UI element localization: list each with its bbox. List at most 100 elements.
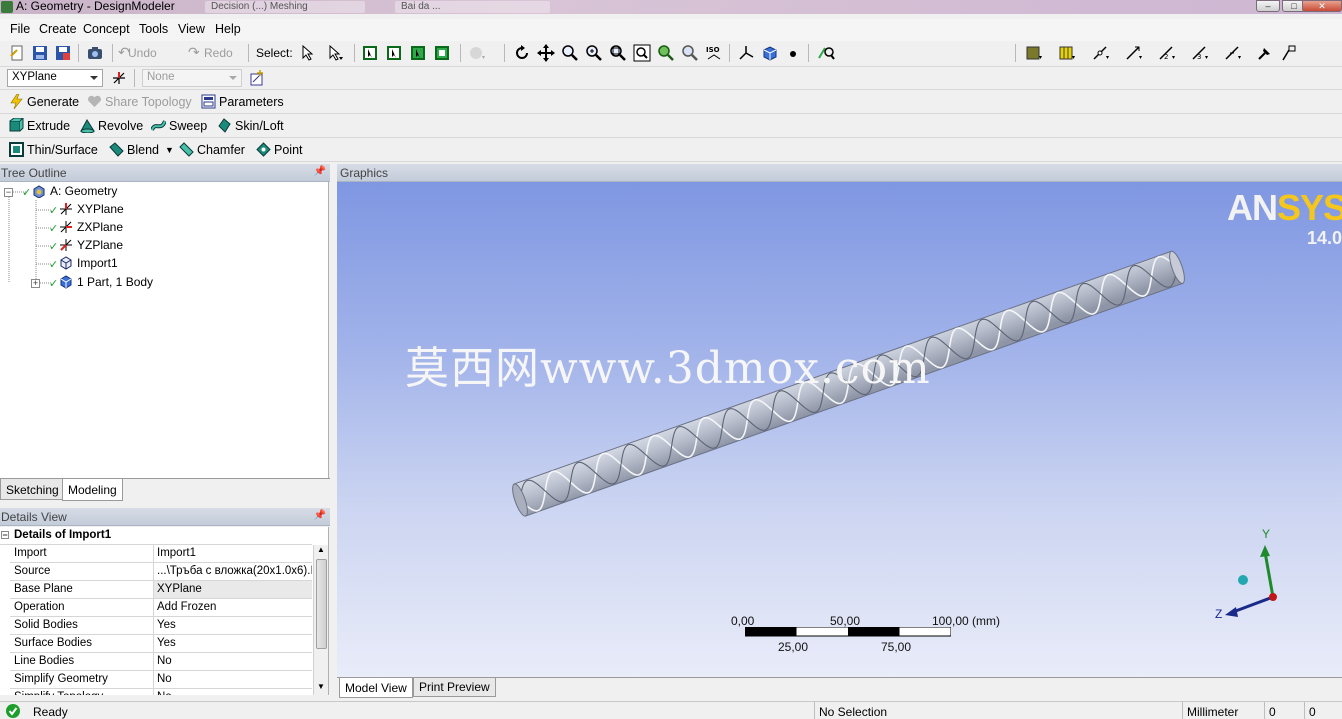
extend-selection-icon[interactable] — [468, 44, 486, 62]
parameters-button[interactable]: Parameters — [201, 94, 284, 109]
tube-model[interactable] — [337, 182, 1342, 677]
tab-modeling[interactable]: Modeling — [62, 479, 123, 501]
expand-toggle[interactable]: + — [31, 279, 40, 288]
iso-view-icon[interactable]: ISO — [705, 44, 723, 62]
detail-row-solid-bodies[interactable]: Solid Bodies Yes — [10, 617, 312, 635]
tab-sketching[interactable]: Sketching — [0, 479, 65, 500]
menu-help[interactable]: Help — [215, 22, 241, 36]
detail-row-operation[interactable]: Operation Add Frozen — [10, 599, 312, 617]
new-file-icon[interactable] — [8, 44, 26, 62]
tree-item-xyplane[interactable]: XYPlane — [59, 202, 124, 216]
tab-print-preview[interactable]: Print Preview — [413, 678, 496, 697]
thin-surface-button[interactable]: Thin/Surface — [9, 142, 98, 157]
triad-icon[interactable] — [737, 44, 755, 62]
select-faces-icon[interactable] — [410, 44, 428, 62]
details-scrollbar[interactable]: ▲ ▼ — [313, 545, 328, 695]
flag-tool-icon[interactable] — [1280, 44, 1298, 62]
pin-tool-icon[interactable] — [1256, 44, 1274, 62]
scrollbar-thumb[interactable] — [316, 559, 327, 649]
collapse-toggle[interactable]: − — [1, 531, 9, 540]
vertex-icon[interactable]: 3 — [1191, 44, 1209, 62]
tree-item-zxplane[interactable]: ZXPlane — [59, 220, 123, 234]
background-tab-2[interactable]: Bai da ... — [395, 1, 550, 13]
status-units[interactable]: Millimeter — [1182, 702, 1264, 719]
detail-row-simplify-geometry[interactable]: Simplify Geometry No — [10, 671, 312, 689]
box-zoom-icon[interactable] — [585, 44, 603, 62]
blend-dropdown[interactable]: Blend ▼ — [109, 142, 174, 157]
save-as-icon[interactable] — [54, 44, 72, 62]
detail-row-surface-bodies[interactable]: Surface Bodies Yes — [10, 635, 312, 653]
generate-button[interactable]: Generate — [9, 94, 79, 109]
detail-row-simplify-topology[interactable]: Simplify Topology No — [10, 689, 312, 695]
tree-item-yzplane[interactable]: YZPlane — [59, 238, 123, 252]
import-icon — [60, 256, 72, 270]
detail-value: XYPlane — [157, 583, 202, 595]
point-button[interactable]: Point — [256, 142, 303, 157]
sketch-select[interactable]: None — [142, 69, 242, 87]
zoom-to-fit-icon[interactable] — [609, 44, 627, 62]
detail-row-import[interactable]: Import Import1 — [10, 545, 312, 563]
check-icon: ✓ — [49, 278, 59, 290]
edge-direction-icon[interactable] — [1125, 44, 1143, 62]
display-point-icon[interactable] — [784, 44, 802, 62]
select-cursor-icon[interactable] — [299, 44, 317, 62]
close-button[interactable]: ✕ — [1302, 0, 1342, 12]
detail-key: Surface Bodies — [14, 637, 92, 649]
menu-file[interactable]: File — [10, 22, 30, 36]
scroll-up-icon[interactable]: ▲ — [317, 545, 325, 554]
rotate-icon[interactable] — [513, 44, 531, 62]
menu-concept[interactable]: Concept — [83, 22, 130, 36]
skin-loft-button[interactable]: Skin/Loft — [217, 118, 284, 133]
graphics-viewport[interactable]: ANSYS 14.0 莫西网www.3dmox.com 0,00 50,00 1… — [337, 182, 1342, 677]
look-at-icon[interactable] — [817, 44, 835, 62]
revolve-button[interactable]: Revolve — [80, 118, 143, 133]
tree-item-import1[interactable]: Import1 — [59, 256, 118, 270]
collapse-toggle[interactable]: − — [4, 188, 13, 197]
tree-item-geometry[interactable]: A: Geometry — [32, 184, 117, 198]
menu-create[interactable]: Create — [39, 22, 77, 36]
edge-color-icon[interactable] — [1058, 44, 1076, 62]
select-edges-icon[interactable] — [386, 44, 404, 62]
menu-view[interactable]: View — [178, 22, 205, 36]
minimize-button[interactable]: – — [1256, 0, 1280, 12]
background-tab-meshing[interactable]: Decision (...) Meshing — [205, 1, 365, 13]
scroll-down-icon[interactable]: ▼ — [317, 682, 325, 691]
scale-label-100: 100,00 (mm) — [932, 614, 1001, 628]
previous-view-icon[interactable] — [681, 44, 699, 62]
plane-select[interactable]: XYPlane — [7, 69, 103, 87]
new-sketch-icon[interactable] — [248, 69, 266, 87]
screenshot-icon[interactable] — [86, 44, 104, 62]
pan-icon[interactable] — [537, 44, 555, 62]
cross-section-icon[interactable]: 2 — [1158, 44, 1176, 62]
detail-row-base-plane[interactable]: Base Plane XYPlane — [10, 581, 312, 599]
zoom-box-icon[interactable] — [633, 44, 651, 62]
detail-row-source[interactable]: Source ...\Тръба с вложка(20x1.0x6).Ig — [10, 563, 312, 581]
line-body-icon[interactable] — [1224, 44, 1242, 62]
select-mode-icon[interactable] — [326, 44, 344, 62]
save-icon[interactable] — [31, 44, 49, 62]
detail-row-line-bodies[interactable]: Line Bodies No — [10, 653, 312, 671]
tree-item-parts[interactable]: 1 Part, 1 Body — [59, 275, 153, 289]
extrude-button[interactable]: Extrude — [9, 118, 70, 133]
chamfer-button[interactable]: Chamfer — [179, 142, 245, 157]
details-group-header[interactable]: − Details of Import1 — [0, 527, 312, 545]
undo-button[interactable]: Undo — [128, 46, 157, 60]
face-color-icon[interactable] — [1025, 44, 1043, 62]
select-bodies-icon[interactable] — [434, 44, 452, 62]
tab-model-view[interactable]: Model View — [339, 678, 413, 698]
chevron-down-icon — [90, 76, 98, 80]
select-points-icon[interactable] — [362, 44, 380, 62]
zoom-icon[interactable] — [561, 44, 579, 62]
redo-button[interactable]: Redo — [204, 46, 233, 60]
column-divider — [153, 617, 154, 635]
pin-icon[interactable]: 📌 — [314, 510, 326, 521]
display-model-icon[interactable] — [761, 44, 779, 62]
edge-joins-icon[interactable] — [1092, 44, 1110, 62]
new-plane-icon[interactable] — [110, 69, 128, 87]
check-icon: ✓ — [49, 259, 59, 271]
share-topology-button[interactable]: Share Topology — [87, 94, 192, 109]
pin-icon[interactable]: 📌 — [314, 166, 326, 177]
menu-tools[interactable]: Tools — [139, 22, 168, 36]
magnifier-icon[interactable] — [657, 44, 675, 62]
sweep-button[interactable]: Sweep — [151, 118, 207, 133]
